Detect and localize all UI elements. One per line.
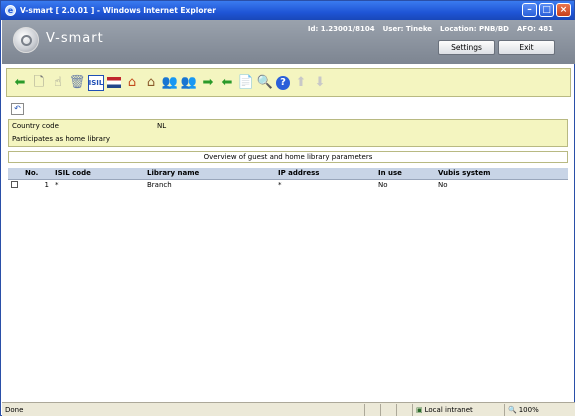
column-header-in-use: In use [375, 168, 435, 180]
flag-icon[interactable] [107, 77, 121, 88]
users-settings-icon[interactable]: 👥 [181, 75, 197, 91]
ie-icon: e [5, 5, 16, 16]
user-label: User: Tineke [382, 25, 433, 33]
table-header-row: No. ISIL code Library name IP address In… [8, 168, 568, 180]
table-row[interactable]: 1 * Branch * No No [8, 179, 568, 190]
cell-ip: * [278, 180, 282, 189]
afo-label: AFO: 481 [517, 25, 553, 33]
parameters-panel: Country code NL Participates as home lib… [8, 119, 568, 147]
cell-in-use: No [378, 180, 388, 189]
new-document-icon[interactable]: 🗋 [31, 75, 47, 91]
house-icon[interactable]: ⌂ [124, 75, 140, 91]
cell-library: Branch [147, 180, 172, 189]
window-title: V-smart [ 2.0.01 ] - Windows Internet Ex… [20, 6, 216, 15]
status-text: Done [5, 405, 24, 414]
cell-vubis: No [438, 180, 448, 189]
country-code-value: NL [157, 122, 167, 130]
arrow-right-icon[interactable]: ➡ [200, 75, 216, 91]
row-checkbox[interactable] [8, 179, 22, 190]
help-icon[interactable]: ? [276, 75, 290, 90]
exit-button[interactable]: Exit [498, 40, 555, 55]
back-arrow-icon[interactable]: ⬅ [12, 75, 28, 91]
house-alt-icon[interactable]: ⌂ [143, 75, 159, 91]
country-code-label: Country code [12, 122, 59, 130]
up-arrow-icon: ⬆ [295, 74, 307, 90]
brand-name: V-smart [46, 31, 104, 46]
column-header-library: Library name [144, 168, 275, 180]
library-table: No. ISIL code Library name IP address In… [8, 168, 568, 190]
id-label: Id: 1.23001/8104 [307, 25, 375, 33]
participates-label: Participates as home library [12, 135, 110, 143]
status-bar: Done ▣ Local intranet 🔍 100% [2, 402, 575, 416]
overview-title: Overview of guest and home library param… [8, 151, 568, 163]
maximize-button[interactable]: □ [539, 3, 554, 17]
undo-button[interactable]: ↶ [11, 103, 24, 115]
title-bar: e V-smart [ 2.0.01 ] - Windows Internet … [1, 1, 574, 20]
cell-no: 1 [44, 180, 49, 189]
trash-icon[interactable]: 🗑 [69, 75, 86, 91]
intranet-icon: ▣ [416, 405, 423, 414]
zone-label: Local intranet [424, 405, 473, 414]
down-arrow-icon: ⬇ [314, 74, 326, 90]
settings-button[interactable]: Settings [438, 40, 495, 55]
browser-window: e V-smart [ 2.0.01 ] - Windows Internet … [0, 0, 575, 416]
column-header-ip: IP address [275, 168, 375, 180]
isil-icon[interactable]: ISIL [88, 74, 104, 91]
column-header-vubis: Vubis system [435, 168, 568, 180]
cell-isil: * [55, 180, 59, 189]
minimize-button[interactable]: – [522, 3, 537, 17]
column-header-isil: ISIL code [52, 168, 144, 180]
location-label: Location: PNB/BD [440, 25, 509, 33]
hand-select-icon[interactable]: ☝ [50, 75, 66, 91]
close-button[interactable]: × [556, 3, 571, 17]
users-icon[interactable]: 👥 [162, 75, 178, 91]
document-search-icon[interactable]: 🔍 [257, 75, 273, 91]
zoom-icon: 🔍 [508, 405, 517, 414]
vsmart-logo [13, 27, 39, 53]
column-header-no: No. [22, 168, 52, 180]
zoom-label[interactable]: 100% [519, 406, 539, 414]
document-list-icon[interactable]: 📄 [238, 75, 254, 91]
select-column-header [8, 168, 22, 180]
session-info: Id: 1.23001/8104 User: Tineke Location: … [308, 25, 553, 33]
toolbar: ⬅ 🗋 ☝ 🗑 ISIL ⌂ ⌂ 👥 👥 ➡ ⬅ 📄 🔍 ? ⬆ ⬇ [6, 68, 571, 97]
app-header: V-smart Id: 1.23001/8104 User: Tineke Lo… [2, 20, 575, 64]
arrow-left-icon[interactable]: ⬅ [219, 75, 235, 91]
